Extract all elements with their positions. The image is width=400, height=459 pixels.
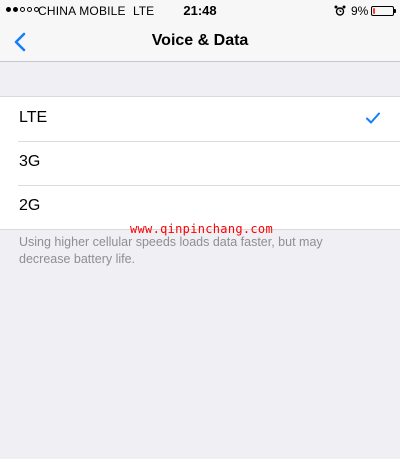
- checkmark-icon: [366, 112, 380, 124]
- option-row-3g[interactable]: 3G: [0, 141, 400, 185]
- option-label: 3G: [19, 153, 41, 170]
- battery-percentage: 9%: [351, 4, 369, 18]
- voice-data-screen: CHINA MOBILE LTE 21:48 9% Voice & Data L…: [0, 0, 400, 459]
- battery-icon: [371, 6, 396, 16]
- battery-level-fill: [373, 8, 375, 14]
- option-label: 2G: [19, 197, 41, 214]
- page-title: Voice & Data: [151, 32, 249, 49]
- option-row-lte[interactable]: LTE: [0, 97, 400, 141]
- navigation-bar: Voice & Data: [0, 22, 400, 62]
- footer-note: Using higher cellular speeds loads data …: [19, 235, 323, 266]
- option-label: LTE: [19, 109, 48, 126]
- alarm-clock-icon: [334, 5, 346, 16]
- network-options-list: LTE 3G 2G: [0, 96, 400, 230]
- status-bar: CHINA MOBILE LTE 21:48 9%: [0, 0, 400, 22]
